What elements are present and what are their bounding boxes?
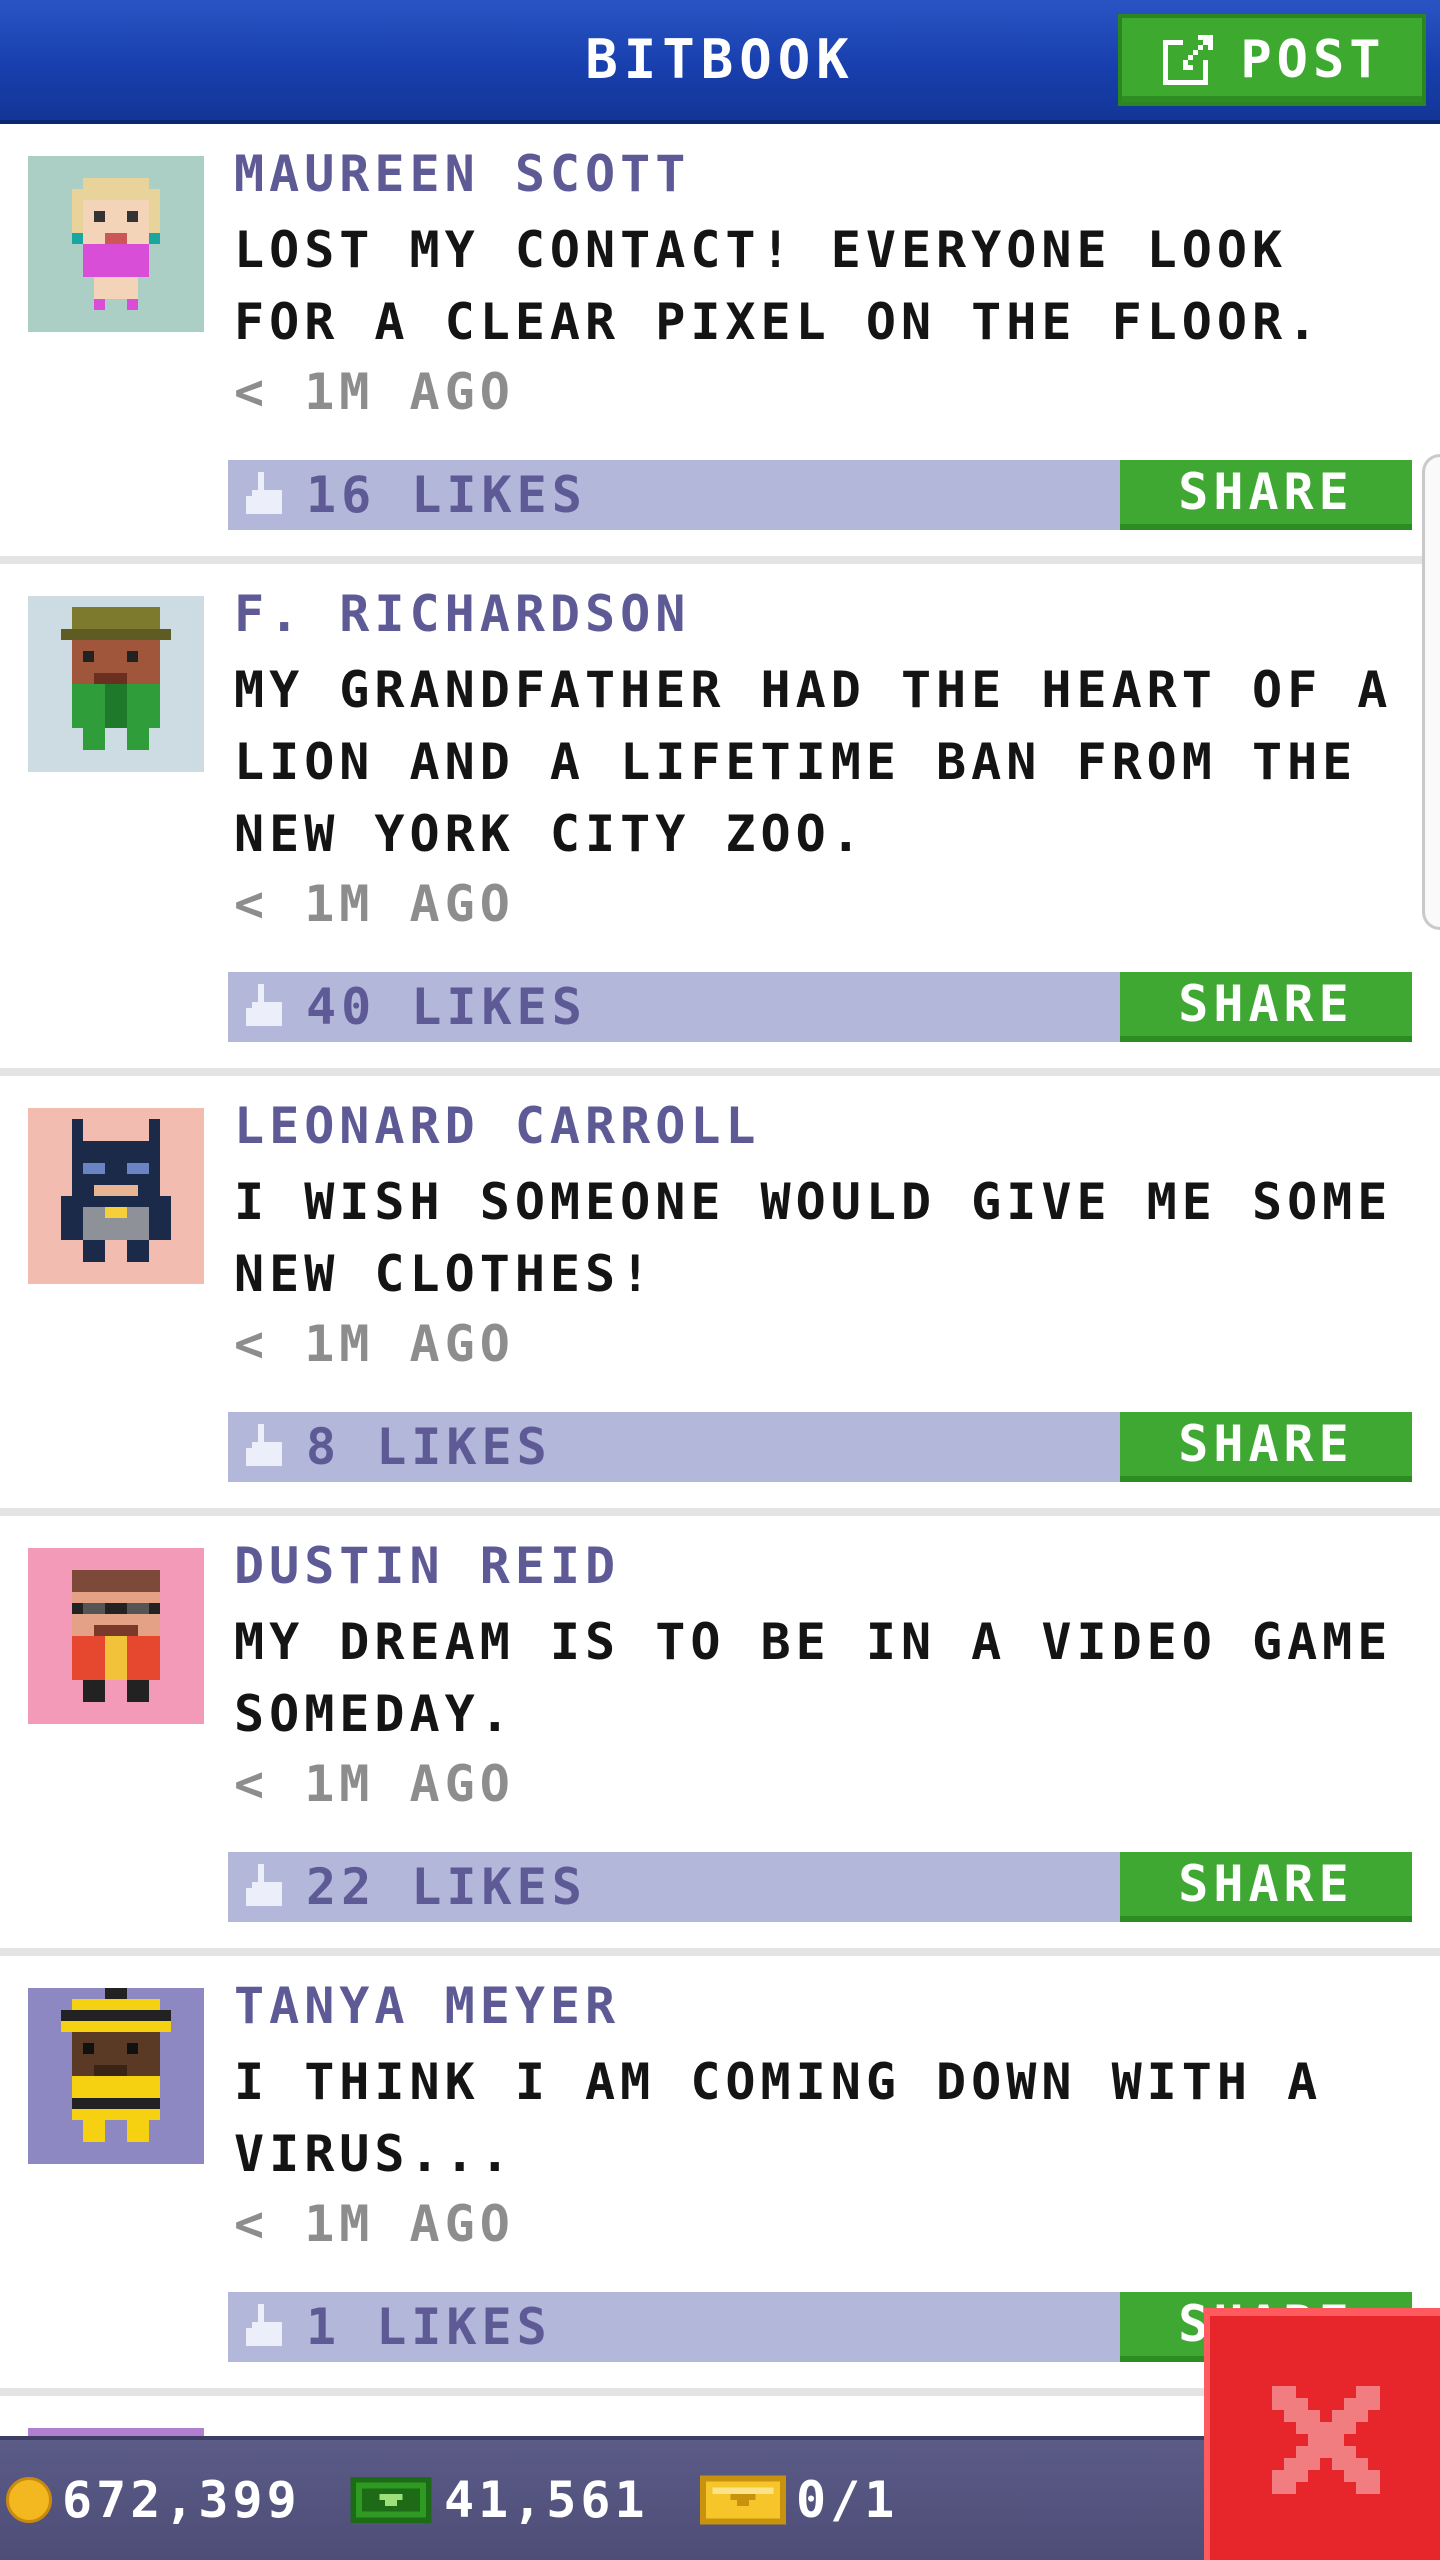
bux-counter[interactable]: 41,561: [348, 2440, 649, 2560]
edit-icon: [1163, 35, 1214, 85]
post-timestamp: < 1M AGO: [234, 363, 515, 421]
post-timestamp: < 1M AGO: [234, 1755, 515, 1813]
share-button[interactable]: SHARE: [1120, 460, 1412, 530]
avatar: [28, 1988, 204, 2164]
post-message: LOST MY CONTACT! EVERYONE LOOK FOR A CLE…: [234, 221, 1323, 351]
likes-count: 8 LIKES: [306, 1418, 552, 1476]
post-message: MY DREAM IS TO BE IN A VIDEO GAME SOMEDA…: [234, 1613, 1393, 1743]
likes-bar: 22 LIKES SHARE: [228, 1852, 1412, 1922]
post-message: I WISH SOMEONE WOULD GIVE ME SOME NEW CL…: [234, 1173, 1393, 1303]
coin-icon: [6, 2477, 52, 2523]
post-message: I THINK I AM COMING DOWN WITH A VIRUS...: [234, 2053, 1323, 2183]
post-timestamp: < 1M AGO: [234, 2195, 515, 2253]
avatar-image: [28, 156, 204, 332]
share-button[interactable]: SHARE: [1120, 1852, 1412, 1922]
like-thumb-icon[interactable]: [246, 1424, 294, 1472]
likes-count: 1 LIKES: [306, 2298, 552, 2356]
likes-bar: 16 LIKES SHARE: [228, 460, 1412, 530]
post-divider: [0, 1068, 1440, 1076]
post-author[interactable]: DUSTIN REID: [234, 1536, 620, 1596]
scroll-indicator[interactable]: [1422, 454, 1440, 930]
likes-count: 40 LIKES: [306, 978, 587, 1036]
avatar-partial: [28, 2428, 204, 2436]
post-button-label: POST: [1240, 30, 1386, 90]
post-divider: [0, 1948, 1440, 1956]
avatar-image: [28, 1548, 204, 1724]
like-thumb-icon[interactable]: [246, 984, 294, 1032]
avatar-image: [28, 1108, 204, 1284]
coins-counter: 672,399: [6, 2440, 301, 2560]
tickets-counter[interactable]: 0/1: [700, 2440, 898, 2560]
post-timestamp: < 1M AGO: [234, 1315, 515, 1373]
close-icon: [1272, 2386, 1380, 2494]
post-timestamp: < 1M AGO: [234, 875, 515, 933]
like-thumb-icon[interactable]: [246, 2304, 294, 2352]
close-button[interactable]: [1204, 2308, 1440, 2560]
likes-bar: 8 LIKES SHARE: [228, 1412, 1412, 1482]
like-thumb-icon[interactable]: [246, 1864, 294, 1912]
bux-value: 41,561: [444, 2471, 649, 2529]
golden-ticket-icon: [700, 2475, 786, 2525]
share-button[interactable]: SHARE: [1120, 1412, 1412, 1482]
likes-count: 22 LIKES: [306, 1858, 587, 1916]
coins-value: 672,399: [62, 2471, 301, 2529]
post-divider: [0, 556, 1440, 564]
share-button[interactable]: SHARE: [1120, 972, 1412, 1042]
post-divider: [0, 1508, 1440, 1516]
avatar: [28, 1108, 204, 1284]
post-message: MY GRANDFATHER HAD THE HEART OF A LION A…: [234, 661, 1393, 863]
post-button[interactable]: POST: [1118, 14, 1426, 106]
avatar-image: [28, 1988, 204, 2164]
post-author[interactable]: TANYA MEYER: [234, 1976, 620, 2036]
tickets-value: 0/1: [796, 2471, 899, 2529]
avatar: [28, 1548, 204, 1724]
bux-icon: [350, 2476, 432, 2524]
post-author[interactable]: F. RICHARDSON: [234, 584, 690, 644]
likes-bar: 40 LIKES SHARE: [228, 972, 1412, 1042]
avatar-image: [28, 596, 204, 772]
post-author[interactable]: MAUREEN SCOTT: [234, 144, 690, 204]
likes-count: 16 LIKES: [306, 466, 587, 524]
avatar: [28, 596, 204, 772]
avatar: [28, 156, 204, 332]
news-feed[interactable]: MAUREEN SCOTT LOST MY CONTACT! EVERYONE …: [0, 124, 1440, 2436]
like-thumb-icon[interactable]: [246, 472, 294, 520]
app-header: BITBOOK POST: [0, 0, 1440, 124]
post-author[interactable]: LEONARD CARROLL: [234, 1096, 761, 1156]
